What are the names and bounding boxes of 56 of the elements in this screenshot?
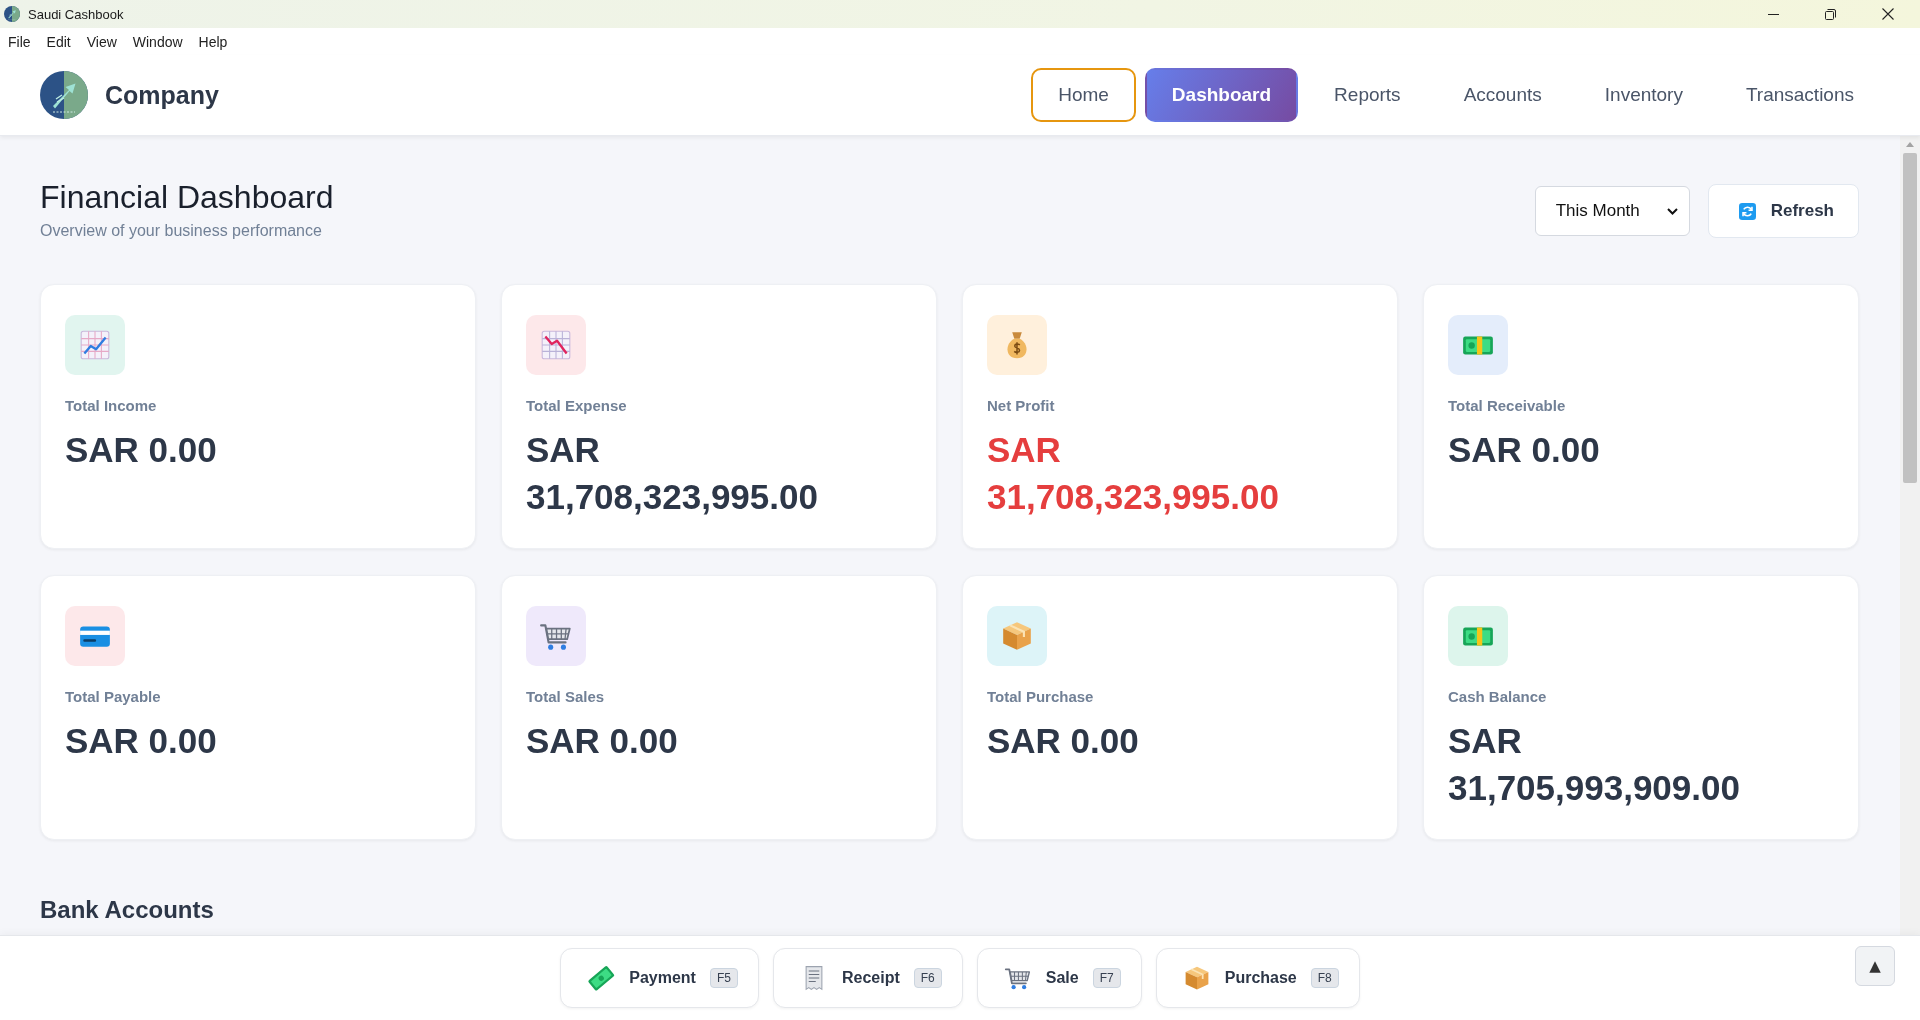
- company-logo: [40, 71, 88, 119]
- chevron-down-icon: [1666, 207, 1678, 215]
- shortcut-key: F7: [1092, 968, 1121, 988]
- scroll-top-button[interactable]: ▲: [1855, 946, 1895, 986]
- scrollbar-thumb[interactable]: [1903, 153, 1917, 483]
- nav-tab[interactable]: Reports: [1307, 68, 1428, 122]
- refresh-button[interactable]: Refresh: [1707, 184, 1859, 238]
- menu-item[interactable]: Edit: [46, 33, 71, 50]
- page-subtitle: Overview of your business performance: [40, 221, 322, 241]
- refresh-icon: [1738, 202, 1756, 220]
- stat-label: Total Income: [65, 397, 157, 415]
- minimize-icon[interactable]: [1768, 13, 1779, 15]
- menu-item[interactable]: View: [86, 33, 117, 50]
- action-label: Sale: [1045, 969, 1079, 987]
- stat-label: Total Purchase: [987, 688, 1094, 706]
- stat-label: Cash Balance: [1448, 688, 1547, 706]
- app-icon: [4, 6, 20, 22]
- stat-value: SAR 0.00: [1448, 429, 1601, 471]
- stat-value: SAR 0.00: [526, 720, 679, 762]
- stat-value: SAR 0.00: [987, 720, 1140, 762]
- nav-tab[interactable]: Accounts: [1436, 68, 1569, 122]
- menu-item[interactable]: File: [8, 33, 31, 50]
- menu-item[interactable]: Window: [132, 33, 183, 50]
- nav-tab[interactable]: Inventory: [1577, 68, 1710, 122]
- stat-label: Total Expense: [526, 397, 627, 415]
- quick-action-button[interactable]: Receipt F6: [772, 948, 963, 1008]
- close-icon[interactable]: [1881, 8, 1894, 20]
- restore-icon[interactable]: [1825, 8, 1836, 20]
- stat-label: Total Sales: [526, 688, 605, 706]
- stat-label: Total Receivable: [1448, 397, 1566, 415]
- stat-value: SAR 31,708,323,995.00: [526, 429, 819, 518]
- scrollbar[interactable]: [1900, 136, 1920, 935]
- page-title: Financial Dashboard: [40, 178, 334, 217]
- stat-value: SAR 31,708,323,995.00: [987, 429, 1280, 518]
- stat-value: SAR 0.00: [65, 429, 218, 471]
- section-title: Bank Accounts: [40, 895, 214, 924]
- shortcut-key: F8: [1310, 968, 1339, 988]
- stat-label: Net Profit: [987, 397, 1055, 415]
- stat-value: SAR 0.00: [65, 720, 218, 762]
- action-label: Payment: [629, 969, 696, 987]
- quick-action-button[interactable]: Purchase F8: [1155, 948, 1360, 1008]
- action-label: Purchase: [1224, 969, 1297, 987]
- window-title: Saudi Cashbook: [28, 6, 125, 22]
- nav-tab[interactable]: Home: [1031, 68, 1136, 122]
- company-name: Company: [105, 80, 219, 110]
- stat-value: SAR 31,705,993,909.00: [1448, 720, 1741, 809]
- quick-action-button[interactable]: Payment F5: [560, 948, 759, 1008]
- stat-label: Total Payable: [65, 688, 161, 706]
- shortcut-key: F5: [709, 968, 738, 988]
- nav-tab[interactable]: Transactions: [1718, 68, 1881, 122]
- nav-tab[interactable]: Dashboard: [1144, 68, 1299, 122]
- action-label: Receipt: [841, 969, 900, 987]
- period-dropdown[interactable]: This Month: [1534, 186, 1690, 236]
- quick-action-button[interactable]: Sale F7: [976, 948, 1142, 1008]
- menu-item[interactable]: Help: [198, 33, 228, 50]
- shortcut-key: F6: [913, 968, 942, 988]
